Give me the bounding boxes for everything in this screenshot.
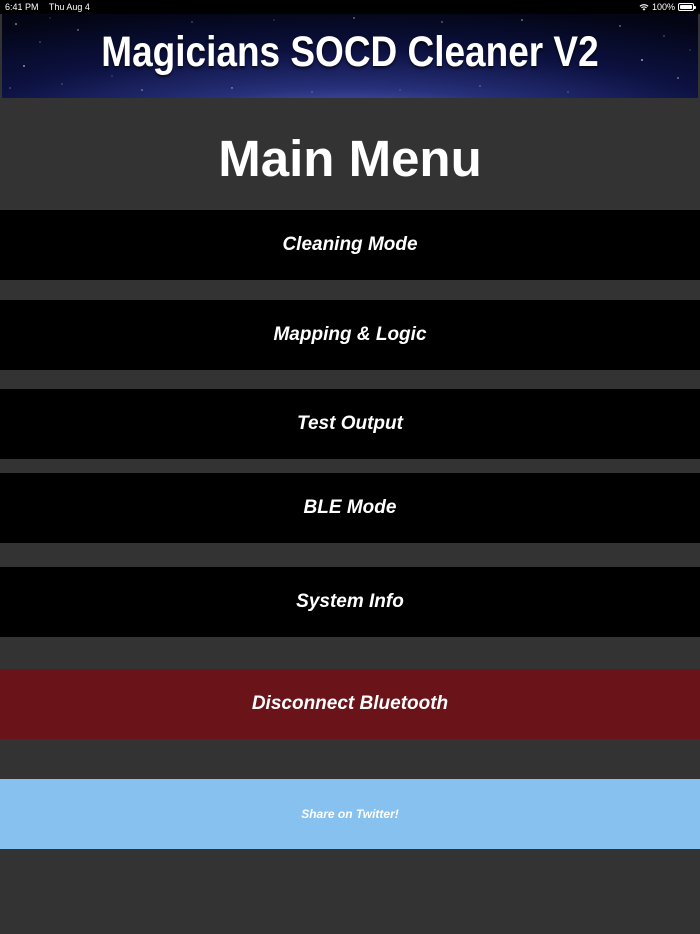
share-twitter-button[interactable]: Share on Twitter! <box>0 779 700 849</box>
banner-title: Magicians SOCD Cleaner V2 <box>101 28 599 76</box>
test-output-button[interactable]: Test Output <box>0 389 700 459</box>
battery-percent: 100% <box>651 2 675 12</box>
page-title: Main Menu <box>218 130 482 187</box>
cleaning-mode-button[interactable]: Cleaning Mode <box>0 210 700 280</box>
mapping-logic-button[interactable]: Mapping & Logic <box>0 300 700 370</box>
app-banner: Magicians SOCD Cleaner V2 <box>2 14 698 98</box>
status-date: Thu Aug 4 <box>48 2 90 12</box>
status-left: 6:41 PM Thu Aug 4 <box>5 0 98 14</box>
disconnect-bluetooth-button[interactable]: Disconnect Bluetooth <box>0 669 700 739</box>
system-info-button[interactable]: System Info <box>0 567 700 637</box>
battery-icon <box>678 3 696 11</box>
wifi-icon <box>639 4 649 11</box>
ble-mode-button[interactable]: BLE Mode <box>0 473 700 543</box>
status-bar: 6:41 PM Thu Aug 4 100% <box>0 0 700 14</box>
status-right: 100% <box>639 0 696 14</box>
status-time: 6:41 PM <box>5 2 39 12</box>
battery-fill <box>680 5 692 9</box>
